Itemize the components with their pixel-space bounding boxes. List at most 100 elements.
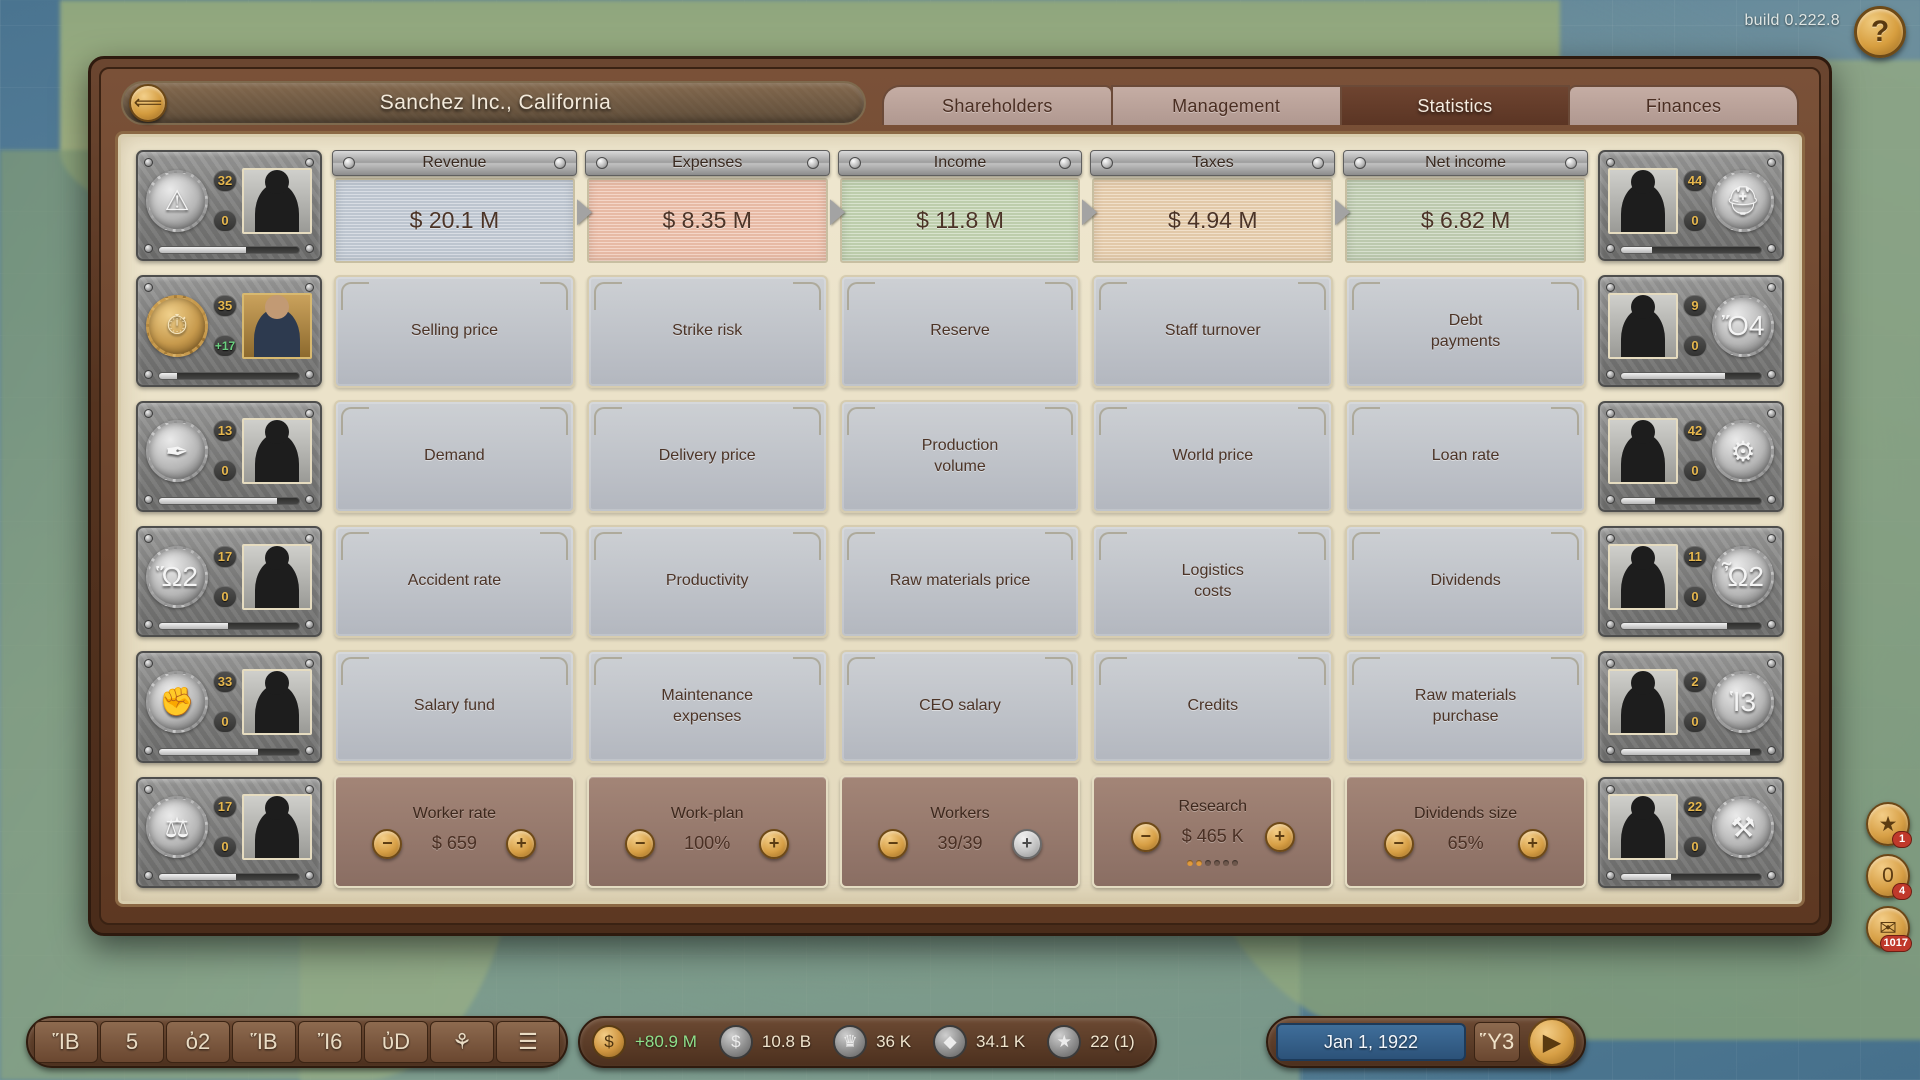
tab-shareholders[interactable]: Shareholders [882,85,1113,125]
stat-production-volume[interactable]: Production volume [840,400,1081,513]
avatar[interactable] [242,168,312,234]
stat-maintenance-expenses[interactable]: Maintenance expenses [587,650,828,763]
resource-value: 34.1 K [976,1032,1025,1052]
kpi-taxes[interactable]: Taxes $ 4.94 M [1092,150,1333,263]
increment-button[interactable]: + [1518,829,1548,859]
transport-button[interactable]: ὀ2 [166,1021,230,1063]
awards-button[interactable]: Ἴ6 [298,1021,362,1063]
kpi-revenue[interactable]: Revenue $ 20.1 M [334,150,575,263]
stat-label: Delivery price [659,446,756,467]
workers-button[interactable]: ὆5 [100,1021,164,1063]
kpi-income[interactable]: Income $ 11.8 M [840,150,1081,263]
right-strip[interactable]: 11 0 Ὦ2 [1598,526,1784,637]
decrement-button[interactable]: − [1384,829,1414,859]
strip-counters: 35 +17 [213,295,237,357]
floating-notification-stack: ★ 1 ὏0 4 ✉ 1017 [1866,802,1910,950]
stat-strike-risk[interactable]: Strike risk [587,275,828,388]
progress-bar [1620,748,1762,756]
decrement-button[interactable]: − [625,829,655,859]
stepper-dividends-size[interactable]: Dividends size − 65% + [1345,775,1586,888]
news-notification-button[interactable]: ὏0 4 [1866,854,1910,898]
stat-credits[interactable]: Credits [1092,650,1333,763]
left-strip[interactable]: ✒ 13 0 [136,401,322,512]
stat-raw-materials-price[interactable]: Raw materials price [840,525,1081,638]
warning-triangle-icon: ⚠ [146,170,208,232]
gears-coins-icon: ⚙ [1712,420,1774,482]
star-notification-button[interactable]: ★ 1 [1866,802,1910,846]
avatar[interactable] [1608,794,1678,860]
stat-logistics-costs[interactable]: Logistics costs [1092,525,1333,638]
left-strip[interactable]: Ὥ2 17 0 [136,526,322,637]
stat-delivery-price[interactable]: Delivery price [587,400,828,513]
increment-button[interactable]: + [759,829,789,859]
decrement-button[interactable]: − [1131,822,1161,852]
kpi-label: Income [934,154,986,172]
stepper-research[interactable]: Research − $ 465 K + [1092,775,1333,888]
avatar[interactable] [242,293,312,359]
avatar[interactable] [1608,418,1678,484]
stat-dividends[interactable]: Dividends [1345,525,1586,638]
left-strip[interactable]: ⏱ 35 +17 [136,275,322,386]
current-date[interactable]: Jan 1, 1922 [1276,1023,1466,1061]
right-strip[interactable]: 42 0 ⚙ [1598,401,1784,512]
play-icon[interactable]: ▶ [1528,1018,1576,1066]
kpi-net-income[interactable]: Net income $ 6.82 M [1345,150,1586,263]
back-arrow-icon[interactable]: ⟸ [129,84,167,122]
tab-statistics[interactable]: Statistics [1340,85,1571,125]
bank-button[interactable]: ἽB [34,1021,98,1063]
avatar[interactable] [242,794,312,860]
avatar[interactable] [242,544,312,610]
decrement-button[interactable]: − [372,829,402,859]
stat-debt-payments[interactable]: Debt payments [1345,275,1586,388]
increment-button[interactable]: + [1012,829,1042,859]
strip-count-bottom: 0 [213,586,237,608]
stat-accident-rate[interactable]: Accident rate [334,525,575,638]
stat-salary-fund[interactable]: Salary fund [334,650,575,763]
stepper-worker-rate[interactable]: Worker rate − $ 659 + [334,775,575,888]
stat-world-price[interactable]: World price [1092,400,1333,513]
resource-star[interactable]: ★ 22 (1) [1041,1021,1148,1063]
right-strip[interactable]: 9 0 Ὄ4 [1598,275,1784,386]
resource-money-bag[interactable]: $ +80.9 M [586,1021,711,1063]
mail-notification-button[interactable]: ✉ 1017 [1866,906,1910,950]
research-button[interactable]: ὐD [364,1021,428,1063]
decrement-button[interactable]: − [878,829,908,859]
avatar[interactable] [1608,293,1678,359]
left-strip[interactable]: ✊ 33 0 [136,651,322,762]
tab-finances[interactable]: Finances [1568,85,1799,125]
avatar[interactable] [242,669,312,735]
stat-raw-materials-purchase[interactable]: Raw materials purchase [1345,650,1586,763]
avatar[interactable] [1608,168,1678,234]
right-strip[interactable]: 22 0 ⚒ [1598,777,1784,888]
left-strip[interactable]: ⚖ 17 0 [136,777,322,888]
stat-reserve[interactable]: Reserve [840,275,1081,388]
stat-loan-rate[interactable]: Loan rate [1345,400,1586,513]
stat-ceo-salary[interactable]: CEO salary [840,650,1081,763]
menu-button[interactable]: ☰ [496,1021,560,1063]
resource-dollar[interactable]: $ 10.8 B [713,1021,825,1063]
stat-staff-turnover[interactable]: Staff turnover [1092,275,1333,388]
increment-button[interactable]: + [1265,822,1295,852]
stepper-work-plan[interactable]: Work-plan − 100% + [587,775,828,888]
left-strip[interactable]: ⚠ 32 0 [136,150,322,261]
right-strip[interactable]: 44 0 ⛑ [1598,150,1784,261]
calendar-icon[interactable]: Ὕ3 [1474,1022,1520,1062]
resource-crown[interactable]: ♛ 36 K [827,1021,925,1063]
stat-selling-price[interactable]: Selling price [334,275,575,388]
resource-shield[interactable]: ◆ 34.1 K [927,1021,1039,1063]
stat-productivity[interactable]: Productivity [587,525,828,638]
strip-count-bottom: 0 [1683,586,1707,608]
tab-management[interactable]: Management [1111,85,1342,125]
right-strip[interactable]: 2 0 Ἱ3 [1598,651,1784,762]
stopwatch-gear-icon: ⏱ [146,295,208,357]
avatar[interactable] [242,418,312,484]
kpi-expenses[interactable]: Expenses $ 8.35 M [587,150,828,263]
stat-demand[interactable]: Demand [334,400,575,513]
help-button[interactable]: ? [1854,6,1906,58]
avatar[interactable] [1608,544,1678,610]
avatar[interactable] [1608,669,1678,735]
politics-button[interactable]: ⚘ [430,1021,494,1063]
government-button[interactable]: ἽB [232,1021,296,1063]
stepper-workers[interactable]: Workers − 39/39 + [840,775,1081,888]
increment-button[interactable]: + [506,829,536,859]
